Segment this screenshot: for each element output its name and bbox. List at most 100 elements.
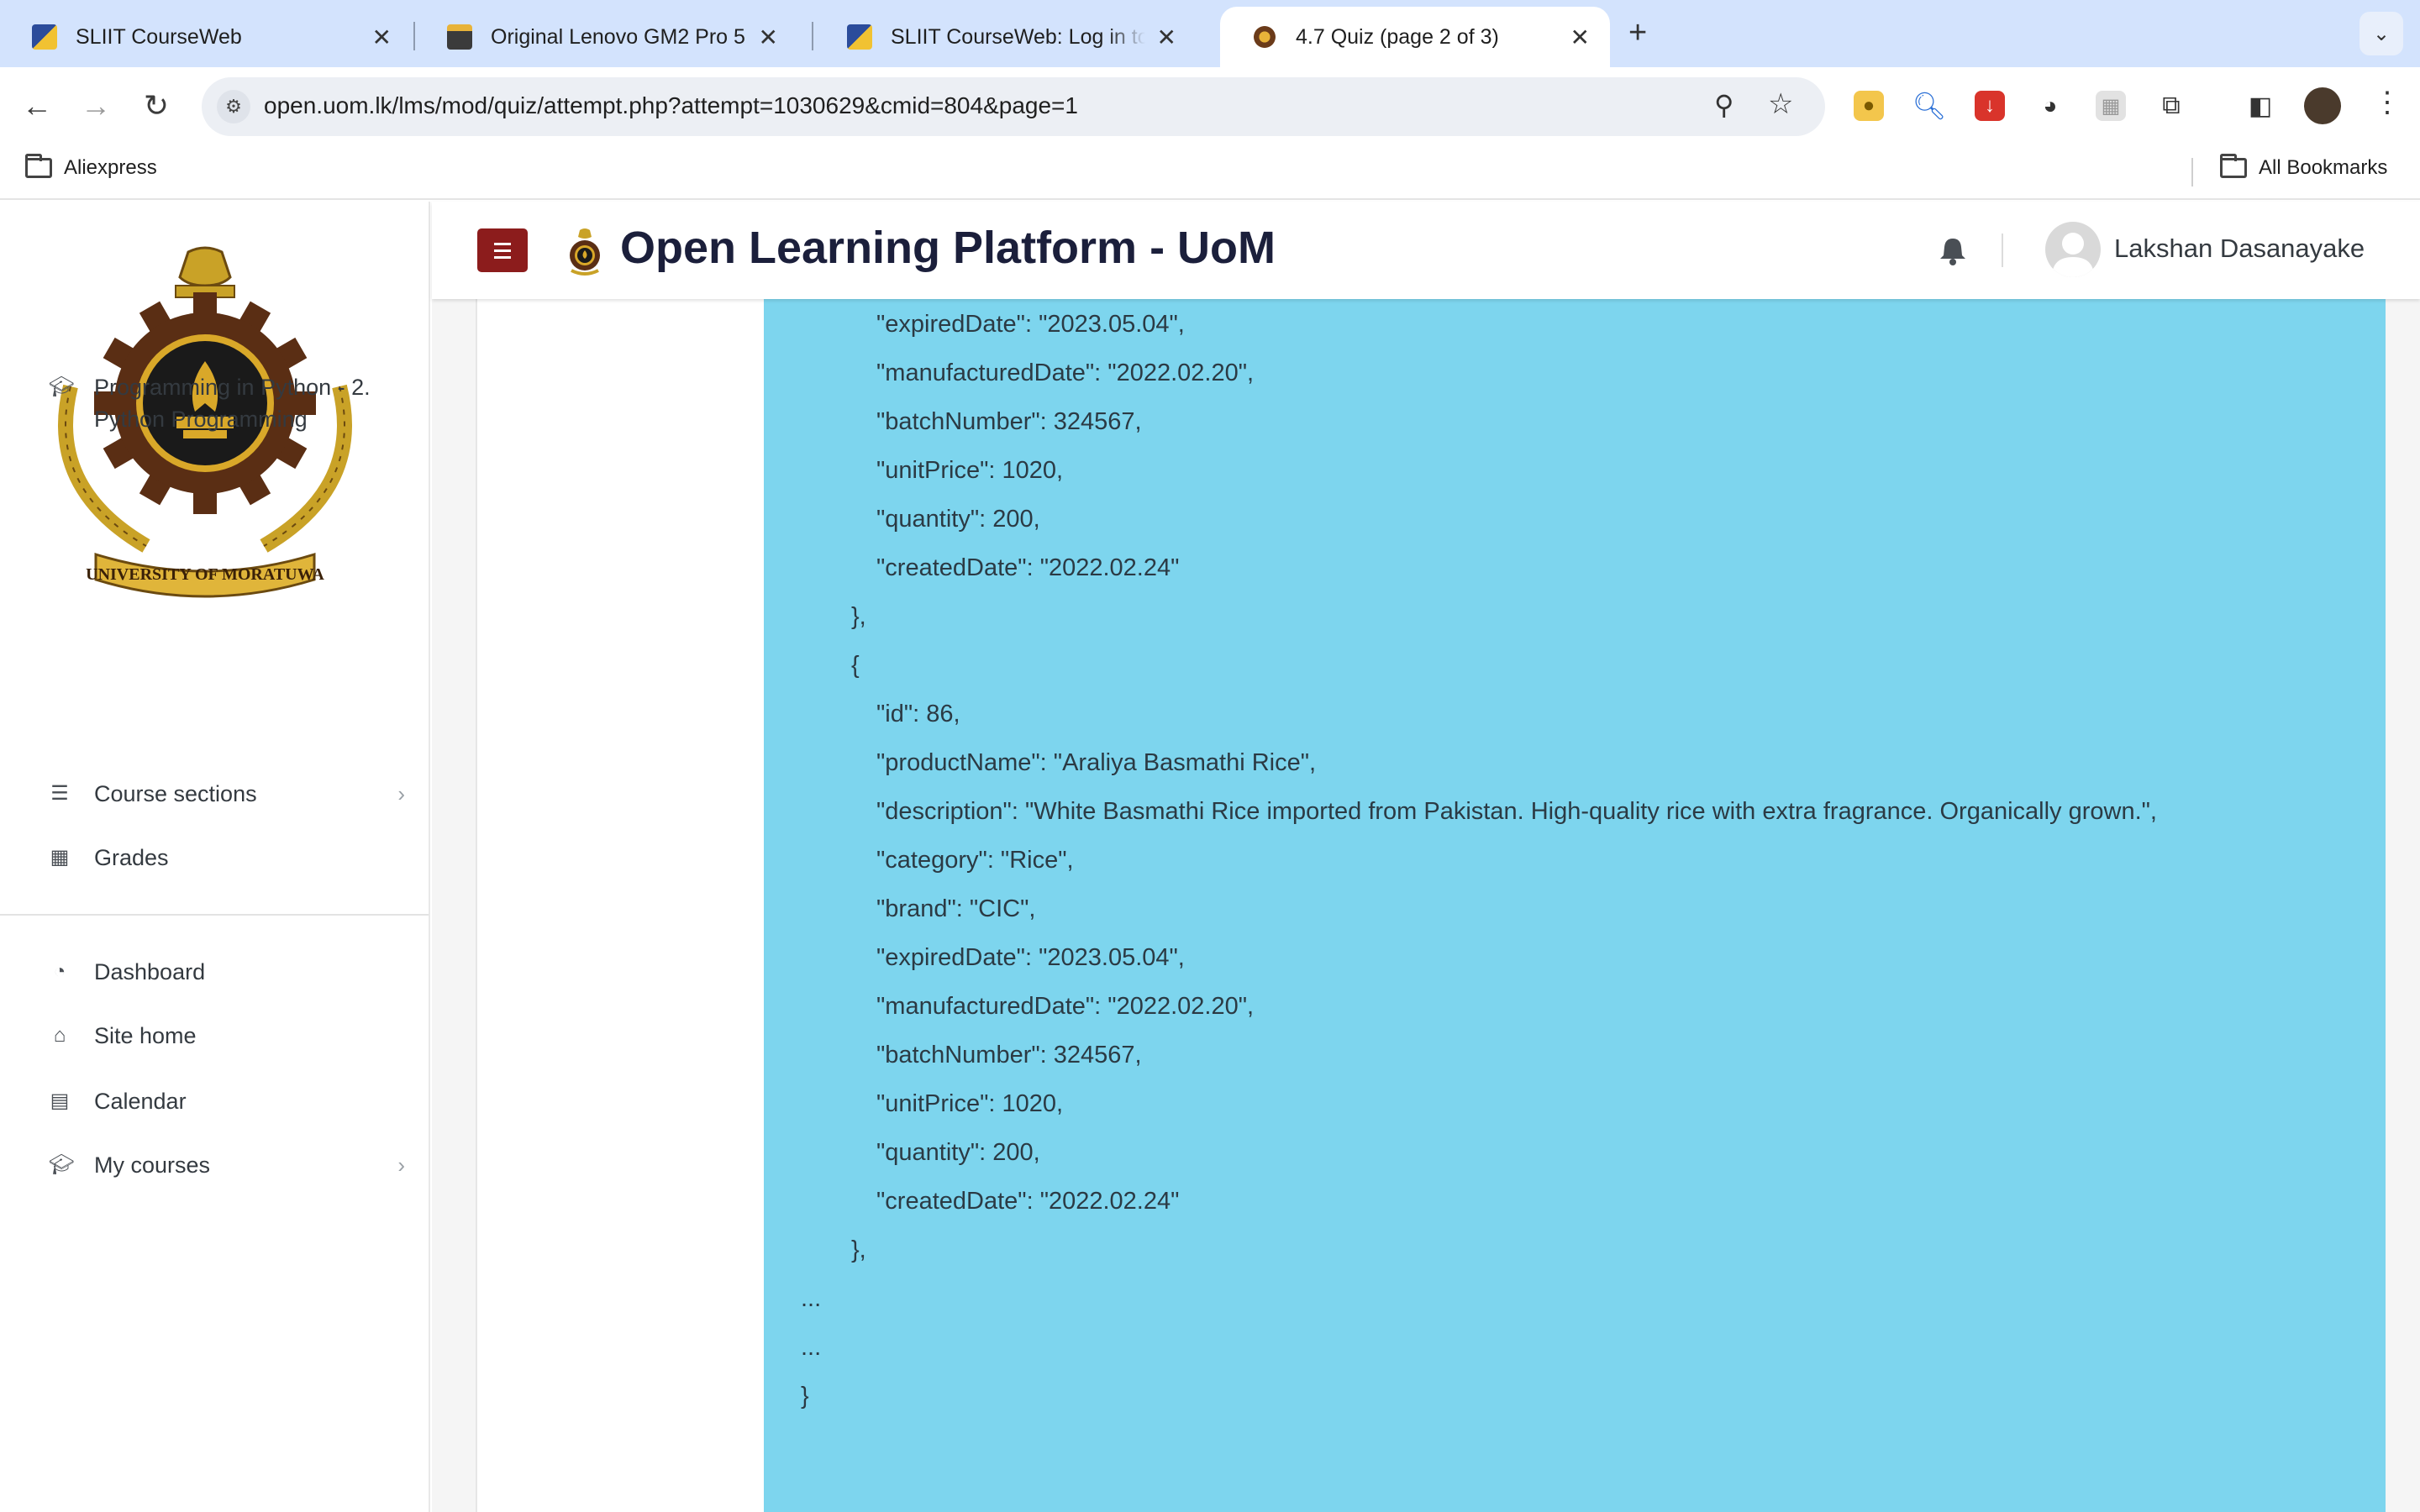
site-header: Open Learning Platform - UoM Lakshan Das… [432,202,2420,299]
table-icon: ▦ [50,846,70,869]
arrow-right-icon[interactable]: → [74,84,118,128]
user-name[interactable]: Lakshan Dasanayake [2114,234,2365,264]
plus-icon[interactable]: + [1628,15,1647,51]
bookmark-aliexpress[interactable]: Aliexpress [25,154,157,180]
more-vertical-icon[interactable]: ⋮ [2373,86,2402,119]
side-panel-icon[interactable]: ◧ [2245,91,2275,121]
site-title[interactable]: Open Learning Platform - UoM [620,222,1276,274]
code-line: "createdDate": "2022.02.24" [876,554,1180,581]
drawer-toggle-button[interactable] [477,228,528,272]
sidebar-item-course-sections[interactable]: ☰ Course sections › [49,778,405,810]
folder-icon [2220,154,2247,178]
sidebar-item-calendar[interactable]: ▤ Calendar [49,1085,402,1117]
sidebar-item-course[interactable]: 🎓︎ Programming in Python - 2. Python Pro… [49,371,402,435]
quiz-content-card: "expiredDate": "2023.05.04", "manufactur… [476,202,2386,1512]
close-icon[interactable]: ✕ [1570,24,1590,51]
code-line: "expiredDate": "2023.05.04", [876,311,1185,338]
home-icon: ⌂ [53,1024,66,1047]
calendar-icon: ▤ [50,1089,70,1112]
arrow-left-icon[interactable]: ← [15,84,59,128]
star-icon[interactable]: ☆ [1768,87,1793,121]
close-icon[interactable]: ✕ [1157,24,1176,51]
bell-icon[interactable] [1936,234,1970,267]
code-line: "unitPrice": 1020, [876,457,1064,484]
tab-title: Original Lenovo GM2 Pro 5.3 [491,24,747,49]
code-line: "batchNumber": 324567, [876,1042,1142,1068]
graduation-cap-icon: 🎓︎ [49,1153,75,1176]
code-line: "batchNumber": 324567, [876,408,1142,435]
shopping-bag-favicon [447,24,472,50]
graduation-cap-icon: 🎓︎ [49,375,75,398]
code-line: "description": "White Basmathi Rice impo… [876,798,2157,825]
code-line: "quantity": 200, [876,1139,1040,1166]
tab-lenovo-gm2[interactable]: Original Lenovo GM2 Pro 5.3 ✕ [415,7,798,67]
bookmarks-bar: Aliexpress All Bookmarks [0,144,2420,200]
download-extension-icon[interactable]: ↓ [1975,91,2005,121]
close-icon[interactable]: ✕ [372,24,392,51]
tab-separator [812,22,813,50]
code-line: "manufacturedDate": "2022.02.20", [876,360,1255,386]
sidebar-item-label: Calendar [94,1089,187,1114]
folder-icon [25,154,52,178]
search-extension-icon[interactable]: 🔍︎ [1912,91,1947,121]
grid-extension-icon[interactable]: ▦ [2096,91,2126,121]
close-icon[interactable]: ✕ [759,24,778,51]
main-region: "expiredDate": "2023.05.04", "manufactur… [432,202,2420,1512]
uom-crest-icon[interactable] [565,227,605,277]
course-name: Programming in Python - 2. Python Progra… [94,371,371,435]
bookmark-all-bookmarks[interactable]: All Bookmarks [2220,154,2388,180]
zoom-icon[interactable]: ⚲ [1714,89,1733,121]
user-avatar[interactable] [2045,222,2101,277]
bookmark-label: Aliexpress [64,156,157,179]
code-line: ... [801,1285,822,1312]
sidebar-item-label: Site home [94,1023,197,1048]
browser-toolbar: ← → ↻ ⚙ open.uom.lk/lms/mod/quiz/attempt… [0,67,2420,144]
bookmark-separator [2191,158,2193,186]
code-line: ... [801,1334,822,1361]
tab-sliit-courseweb[interactable]: SLIIT CourseWeb ✕ [0,7,412,67]
puzzle-icon[interactable]: ⧉ [2156,91,2186,121]
sidebar-item-my-courses[interactable]: 🎓︎ My courses › [49,1149,405,1181]
sidebar-item-grades[interactable]: ▦ Grades [49,842,402,874]
site-info-icon[interactable]: ⚙ [217,90,250,123]
sidebar-item-dashboard[interactable]: ◔ Dashboard [49,956,402,988]
bookmark-label: All Bookmarks [2259,156,2388,179]
sidebar-item-site-home[interactable]: ⌂ Site home [49,1020,402,1052]
tab-title: 4.7 Quiz (page 2 of 3) [1296,24,1499,49]
dog-extension-icon[interactable]: ◕ [2035,91,2065,121]
menu-bar [494,249,511,252]
code-line: "quantity": 200, [876,506,1040,533]
sliit-favicon [32,24,57,50]
address-bar[interactable]: ⚙ open.uom.lk/lms/mod/quiz/attempt.php?a… [202,77,1825,136]
list-icon: ☰ [50,782,69,805]
profile-avatar[interactable] [2304,87,2341,124]
tab-title: SLIIT CourseWeb [76,24,242,49]
chevron-right-icon: › [397,781,405,806]
code-line: "id": 86, [876,701,960,727]
tab-quiz-active[interactable]: 4.7 Quiz (page 2 of 3) ✕ [1220,7,1610,67]
code-line: } [801,1383,809,1410]
honey-extension-icon[interactable]: ● [1854,91,1884,121]
code-line: "brand": "CIC", [876,895,1036,922]
sidebar-item-label: Dashboard [94,959,206,984]
dashboard-icon: ◔ [53,960,66,983]
course-title-line2: Python Programming [94,407,308,432]
browser-tab-strip: SLIIT CourseWeb ✕ Original Lenovo GM2 Pr… [0,0,2420,67]
chevron-down-icon[interactable]: ⌄ [2360,12,2403,55]
url-text[interactable]: open.uom.lk/lms/mod/quiz/attempt.php?att… [264,92,1078,119]
code-line: }, [851,603,866,630]
json-code-block: "expiredDate": "2023.05.04", "manufactur… [764,299,2386,1512]
sidebar-item-label: Course sections [94,781,257,806]
code-line: }, [851,1236,866,1263]
sliit-favicon [847,24,872,50]
code-line: "expiredDate": "2023.05.04", [876,944,1185,971]
tab-sliit-login[interactable]: SLIIT CourseWeb: Log in to th ✕ [815,7,1197,67]
code-line: { [851,652,860,679]
chevron-right-icon: › [397,1152,405,1178]
code-line: "category": "Rice", [876,847,1074,874]
sidebar-item-label: Grades [94,845,169,870]
course-sidebar: UNIVERSITY OF MORATUWA 🎓︎ Programming in… [0,202,430,1512]
reload-icon[interactable]: ↻ [134,84,178,128]
code-line: "productName": "Araliya Basmathi Rice", [876,749,1317,776]
code-line: "createdDate": "2022.02.24" [876,1188,1180,1215]
